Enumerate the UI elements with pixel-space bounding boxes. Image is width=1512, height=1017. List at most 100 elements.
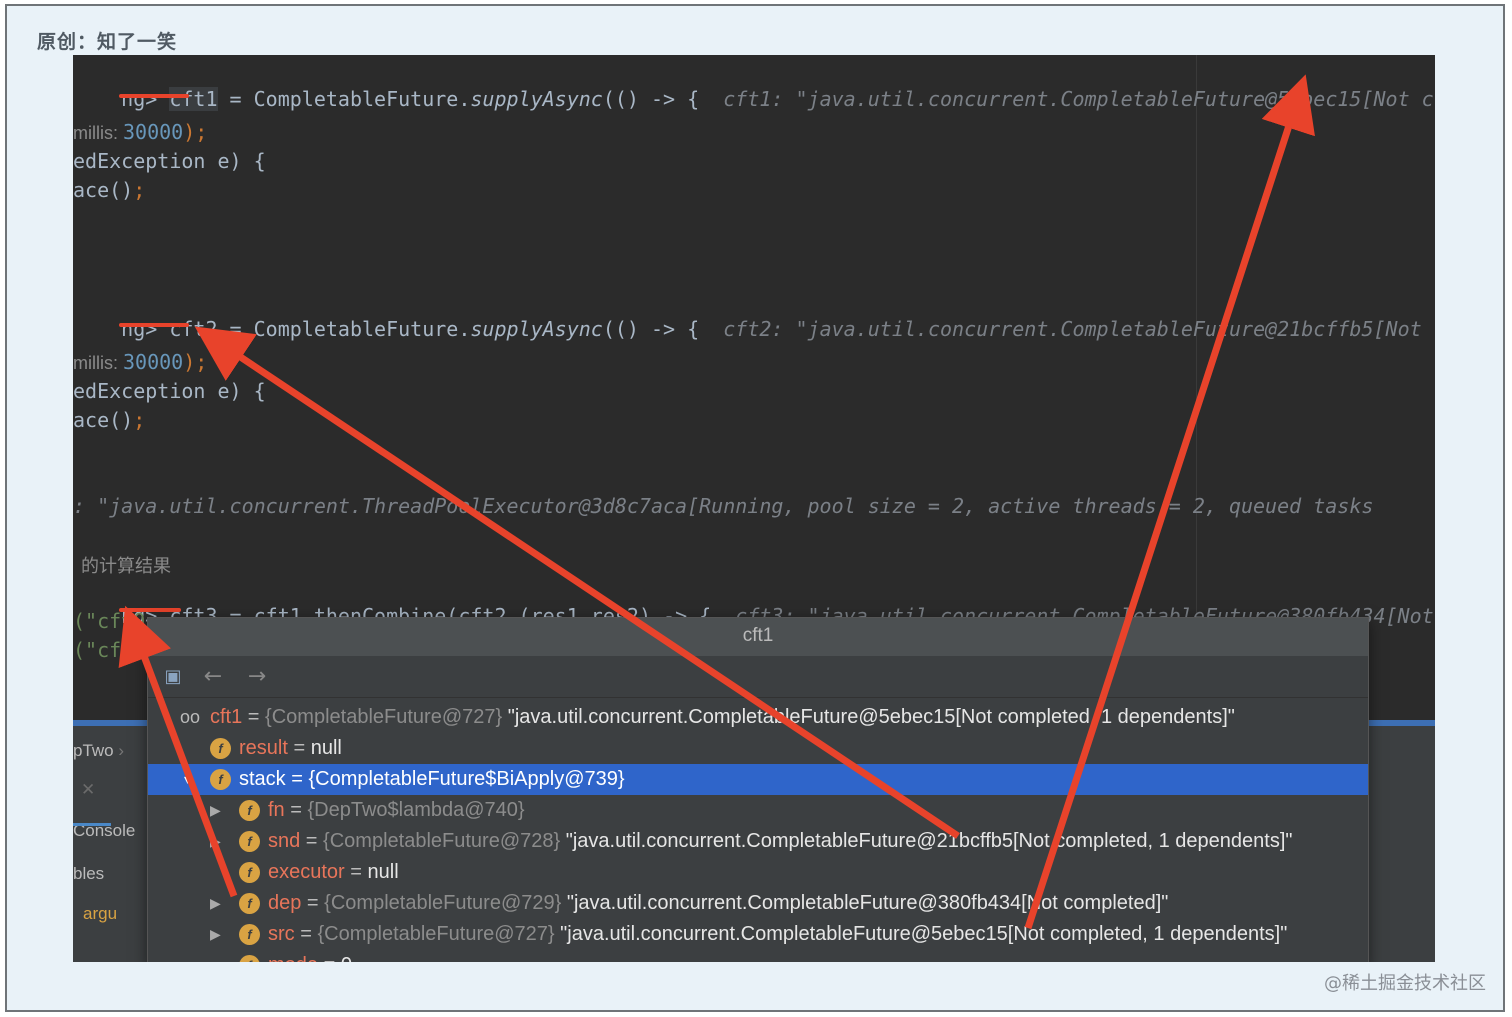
tree-row-snd[interactable]: ▶ f snd = {CompletableFuture@728} "java.… [148, 826, 1368, 857]
equals: = [242, 706, 266, 728]
code-line-cft1: ng> cft1 = CompletableFuture.supplyAsync… [73, 63, 1434, 135]
tree-row-fn[interactable]: ▶ f fn = {DepTwo$lambda@740} [148, 795, 1368, 826]
code-line: ace(); [73, 178, 145, 202]
param-hint: millis: [73, 353, 123, 373]
var-name: src [268, 923, 295, 945]
field-icon: f [239, 893, 260, 914]
var-name: snd [268, 830, 301, 852]
popup-toolbar: ▣ ← → [148, 656, 1368, 698]
field-icon: f [239, 800, 260, 821]
equals: = [301, 892, 325, 914]
popup-title: cft1 [148, 618, 1368, 656]
var-value: "java.util.concurrent.CompletableFuture@… [561, 892, 1169, 914]
var-value: "java.util.concurrent.CompletableFuture@… [502, 706, 1235, 728]
code-line: ("cft0 [73, 609, 146, 633]
folder-icon[interactable]: ▣ [160, 664, 186, 690]
var-name: cft1 [210, 706, 243, 728]
frame-bottom-strip [7, 962, 1503, 1010]
number-literal: 30000 [123, 120, 184, 144]
tree-row-dep[interactable]: ▶ f dep = {CompletableFuture@729} "java.… [148, 888, 1368, 919]
field-icon: f [239, 924, 260, 945]
var-name: result [239, 737, 288, 759]
code-text: (() -> { [602, 87, 724, 111]
code-text: ace() [73, 178, 134, 202]
field-icon: f [210, 738, 231, 759]
var-name: executor [268, 861, 345, 883]
code-prefix: ng> [121, 87, 170, 111]
annotation-underline [119, 323, 189, 327]
variable-args[interactable]: argu [83, 904, 117, 924]
field-icon: f [239, 862, 260, 883]
collapse-arrow-icon[interactable]: ▾ [184, 764, 200, 795]
equals: = [287, 737, 311, 759]
close-icon[interactable]: ✕ [81, 780, 95, 800]
watch-icon: oo [180, 707, 201, 727]
code-text: (() -> { [602, 317, 724, 341]
param-hint: millis: [73, 123, 123, 143]
code-line: ("cf [73, 638, 122, 662]
tree-row-src[interactable]: ▶ f src = {CompletableFuture@727} "java.… [148, 919, 1368, 950]
chevron-right-icon: › [118, 741, 125, 760]
var-type: {CompletableFuture@728} [323, 830, 561, 852]
debug-tab-deptwo[interactable]: pTwo › [73, 741, 124, 761]
active-tab-indicator [73, 823, 111, 826]
code-text: = CompletableFuture. [217, 87, 471, 111]
var-value: "java.util.concurrent.CompletableFuture@… [560, 830, 1293, 852]
tab-variables[interactable]: bles [73, 864, 104, 884]
number-literal: 30000 [123, 350, 184, 374]
var-name: dep [268, 892, 302, 914]
var-type: {CompletableFuture@727} [317, 923, 555, 945]
var-value: null [367, 861, 399, 883]
code-line: edException e) { [73, 379, 266, 403]
code-line: millis: 30000); [73, 120, 207, 144]
code-text: ace() [73, 408, 134, 432]
expand-arrow-icon[interactable]: ▶ [210, 888, 226, 919]
equals: = [284, 799, 308, 821]
method-supplyAsync: supplyAsync [470, 87, 603, 111]
var-value: "java.util.concurrent.CompletableFuture@… [554, 923, 1288, 945]
tree-row-result[interactable]: f result = null [148, 733, 1368, 764]
var-type: {CompletableFuture@727} [265, 706, 503, 728]
forward-arrow-icon[interactable]: → [244, 664, 270, 690]
code-line: edException e) { [73, 149, 266, 173]
code-comment: 的计算结果 [73, 552, 171, 578]
var-type: {CompletableFuture@729} [324, 892, 562, 914]
back-arrow-icon[interactable]: ← [200, 664, 226, 690]
field-icon: f [210, 769, 231, 790]
code-line: millis: 30000); [73, 350, 207, 374]
method-supplyAsync: supplyAsync [470, 317, 603, 341]
variable-inspect-popup: cft1 ▣ ← → oo cft1 = {CompletableFuture@… [147, 617, 1369, 976]
tree-row-cft1[interactable]: oo cft1 = {CompletableFuture@727} "java.… [148, 702, 1368, 733]
code-line-cft2: ng> cft2 = CompletableFuture.supplyAsync… [73, 293, 1422, 365]
code-punct: ); [183, 120, 208, 144]
author-caption: 原创：知了一笑 [37, 31, 178, 53]
equals: = [294, 923, 318, 945]
expand-arrow-icon[interactable]: ▶ [210, 826, 226, 857]
tree-row-executor[interactable]: f executor = null [148, 857, 1368, 888]
field-icon: f [239, 831, 260, 852]
inline-debug-value-cft2: cft2: "java.util.concurrent.CompletableF… [723, 317, 1422, 341]
annotation-underline [119, 94, 189, 98]
tab-label: pTwo [73, 741, 114, 760]
comment-text: 的计算结果 [81, 556, 171, 577]
code-punct: ); [183, 350, 208, 374]
var-name: fn [268, 799, 285, 821]
equals: = [300, 830, 324, 852]
var-type: {CompletableFuture$BiApply@739} [308, 768, 625, 790]
tree-row-stack[interactable]: ▾ f stack = {CompletableFuture$BiApply@7… [148, 764, 1368, 795]
var-name: stack [239, 768, 286, 790]
inline-debug-value-cft1: cft1: "java.util.concurrent.CompletableF… [723, 87, 1434, 111]
expand-arrow-icon[interactable]: ▶ [210, 795, 226, 826]
code-prefix: ng> [121, 317, 170, 341]
variable-cft2[interactable]: cft2 [169, 317, 217, 341]
expand-arrow-icon[interactable]: ▶ [210, 919, 226, 950]
code-line: ace(); [73, 408, 145, 432]
equals: = [285, 768, 309, 790]
code-text: = CompletableFuture. [217, 317, 471, 341]
equals: = [344, 861, 368, 883]
inline-debug-value-executor: : "java.util.concurrent.ThreadPoolExecut… [73, 494, 1374, 518]
variable-cft1[interactable]: cft1 [169, 87, 218, 111]
watermark: @稀土掘金技术社区 [1324, 973, 1486, 994]
code-punct: ; [133, 408, 146, 432]
var-type: {DepTwo$lambda@740} [307, 799, 525, 821]
